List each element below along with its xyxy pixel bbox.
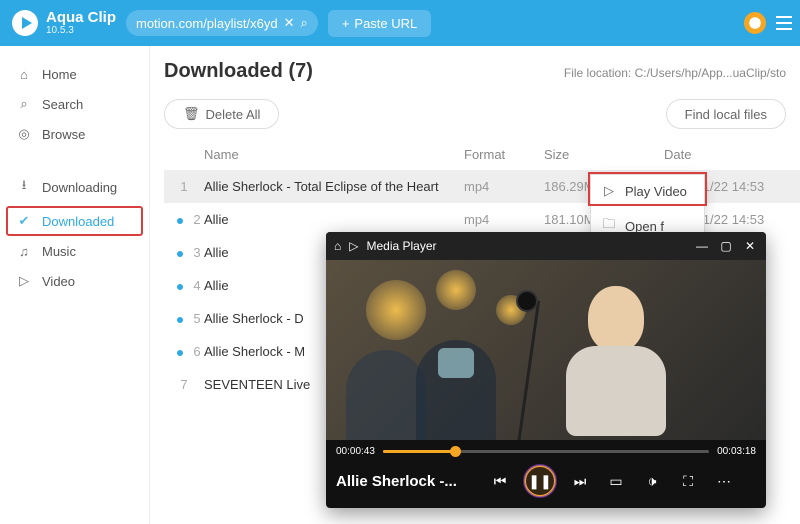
home-icon: ⌂ — [16, 67, 32, 82]
pause-button[interactable]: ❚❚ — [524, 465, 556, 497]
current-time: 00:00:43 — [336, 446, 375, 457]
menu-icon[interactable] — [776, 16, 792, 30]
bullet-icon — [177, 251, 183, 257]
search-icon: ⌕ — [16, 96, 32, 112]
sidebar-item-downloaded[interactable]: ✔Downloaded — [6, 206, 143, 236]
player-controls: Allie Sherlock -... ⏮ ❚❚ ⏭ ▭ 🕩 ⛶ ⋯ — [326, 457, 766, 505]
app-name: Aqua Clip — [46, 10, 116, 25]
app-logo: Aqua Clip 10.5.3 — [12, 10, 116, 36]
url-fragment: motion.com/playlist/x6yd — [136, 16, 278, 31]
download-icon: ⭳ — [16, 176, 32, 198]
duration: 00:03:18 — [717, 446, 756, 457]
bullet-icon — [177, 218, 183, 224]
fullscreen-icon[interactable]: ⛶ — [676, 469, 700, 493]
prev-track-icon[interactable]: ⏮ — [488, 469, 512, 493]
file-location[interactable]: File location: C:/Users/hp/App...uaClip/… — [564, 66, 786, 80]
sidebar-item-music[interactable]: ♫Music — [0, 237, 149, 266]
paste-url-button[interactable]: + Paste URL — [328, 10, 431, 37]
bullet-icon — [177, 350, 183, 356]
play-circle-icon: ▷ — [16, 273, 32, 289]
more-icon[interactable]: ⋯ — [712, 469, 736, 493]
plus-icon: + — [342, 16, 350, 31]
home-icon[interactable]: ⌂ — [334, 239, 341, 253]
sidebar-item-search[interactable]: ⌕Search — [0, 89, 149, 119]
search-icon[interactable]: ⌕ — [301, 15, 308, 31]
row-format: mp4 — [464, 179, 544, 194]
volume-icon[interactable]: 🕩 — [640, 469, 664, 493]
col-date: Date — [664, 147, 800, 162]
compass-icon: ◎ — [16, 126, 32, 142]
delete-all-button[interactable]: 🗑Delete All — [164, 99, 279, 129]
col-name: Name — [204, 147, 464, 162]
trash-icon: 🗑 — [183, 106, 200, 122]
top-bar: Aqua Clip 10.5.3 motion.com/playlist/x6y… — [0, 0, 800, 46]
sidebar-item-downloading[interactable]: ⭳Downloading — [0, 169, 149, 205]
media-player-title: Media Player — [366, 239, 436, 253]
app-logo-icon — [12, 10, 38, 36]
sidebar-item-video[interactable]: ▷Video — [0, 266, 149, 296]
find-local-files-button[interactable]: Find local files — [666, 99, 786, 129]
play-icon: ▷ — [601, 183, 617, 199]
col-format: Format — [464, 147, 544, 162]
col-size: Size — [544, 147, 664, 162]
scrub-bar[interactable]: 00:00:43 00:03:18 — [326, 440, 766, 457]
close-icon[interactable]: ✕ — [742, 239, 758, 253]
check-circle-icon: ✔ — [16, 213, 32, 229]
music-icon: ♫ — [16, 244, 32, 259]
row-name: Allie Sherlock - Total Eclipse of the He… — [204, 179, 464, 194]
premium-coin-icon[interactable] — [744, 12, 766, 34]
row-name: Allie — [204, 212, 464, 227]
clear-url-icon[interactable]: ✕ — [284, 15, 295, 31]
url-input-pill[interactable]: motion.com/playlist/x6yd ✕ ⌕ — [126, 10, 318, 36]
media-player-titlebar[interactable]: ⌂ ▷ Media Player — ▢ ✕ — [326, 232, 766, 260]
page-title: Downloaded (7) — [164, 60, 313, 83]
media-player-window[interactable]: ⌂ ▷ Media Player — ▢ ✕ 00:00:43 00:03:18… — [326, 232, 766, 508]
video-area[interactable] — [326, 260, 766, 440]
ctx-play-video[interactable]: ▷Play Video — [591, 175, 704, 207]
sidebar-item-browse[interactable]: ◎Browse — [0, 119, 149, 149]
bullet-icon — [177, 284, 183, 290]
maximize-icon[interactable]: ▢ — [718, 239, 734, 253]
sidebar: ⌂Home ⌕Search ◎Browse ⭳Downloading ✔Down… — [0, 46, 150, 524]
minimize-icon[interactable]: — — [694, 239, 710, 253]
progress-track[interactable] — [383, 450, 709, 453]
next-track-icon[interactable]: ⏭ — [568, 469, 592, 493]
app-version: 10.5.3 — [46, 25, 116, 36]
paste-url-label: Paste URL — [354, 16, 417, 31]
play-circle-icon: ▷ — [349, 239, 358, 253]
caption-icon[interactable]: ▭ — [604, 469, 628, 493]
now-playing-title: Allie Sherlock -... — [336, 473, 476, 490]
sidebar-item-home[interactable]: ⌂Home — [0, 60, 149, 89]
bullet-icon — [177, 317, 183, 323]
table-header: Name Format Size Date — [164, 139, 800, 170]
row-format: mp4 — [464, 212, 544, 227]
